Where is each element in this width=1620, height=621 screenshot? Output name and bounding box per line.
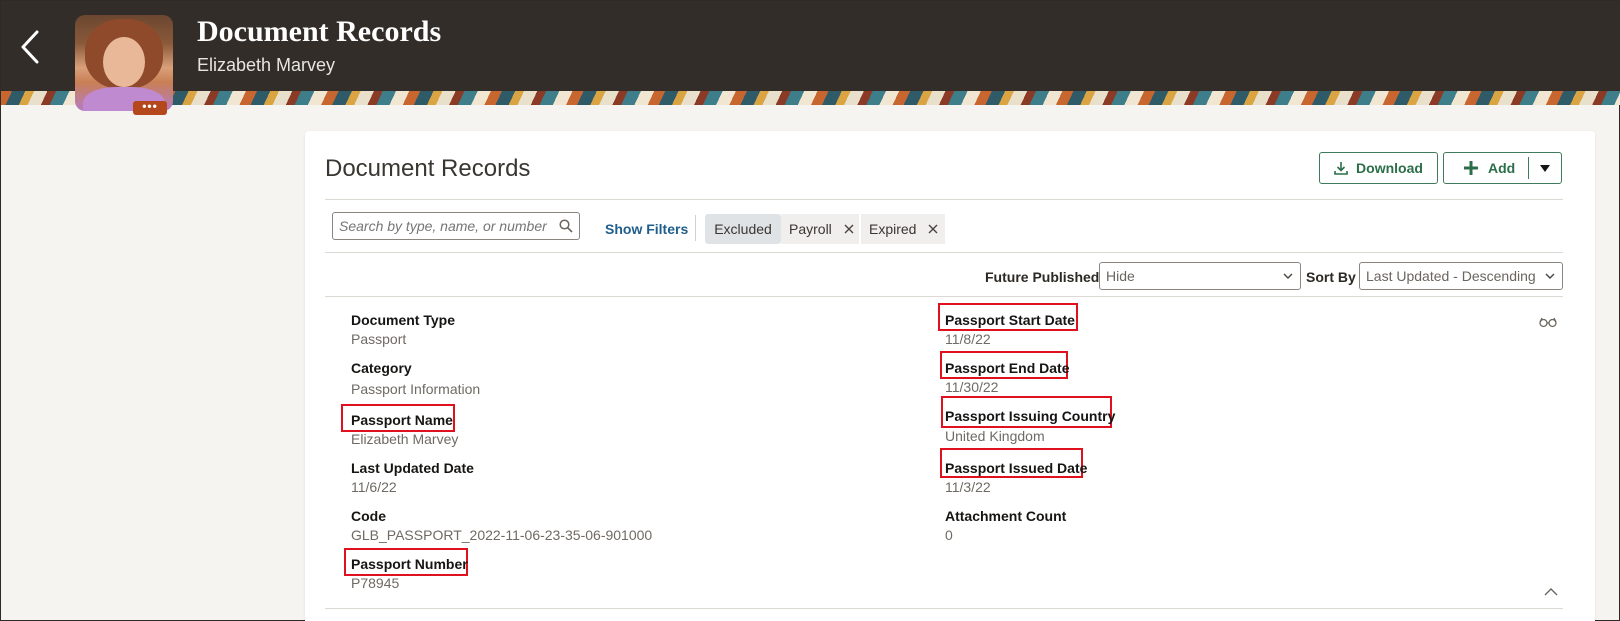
glasses-icon bbox=[1539, 317, 1557, 328]
filter-chip-excluded: Excluded bbox=[705, 214, 781, 244]
divider bbox=[325, 199, 1563, 200]
passport-start-date-label: Passport Start Date bbox=[945, 312, 1075, 328]
search-icon[interactable] bbox=[559, 219, 573, 233]
chevron-left-icon bbox=[21, 30, 39, 64]
code-value: GLB_PASSPORT_2022-11-06-23-35-06-901000 bbox=[351, 527, 653, 543]
category-label: Category bbox=[351, 360, 412, 376]
passport-end-date-label: Passport End Date bbox=[945, 360, 1070, 376]
sort-by-select[interactable]: Last Updated - Descending bbox=[1359, 262, 1563, 290]
download-button[interactable]: Download bbox=[1319, 152, 1438, 184]
document-type-label: Document Type bbox=[351, 312, 455, 328]
code-label: Code bbox=[351, 508, 386, 524]
search-field[interactable] bbox=[332, 212, 580, 240]
future-published-label: Future Published bbox=[985, 269, 1100, 285]
view-details-button[interactable] bbox=[1539, 315, 1557, 333]
passport-start-date-value: 11/8/22 bbox=[945, 331, 991, 347]
card-title: Document Records bbox=[325, 155, 531, 182]
passport-issued-date-label: Passport Issued Date bbox=[945, 460, 1088, 476]
passport-issuing-country-label: Passport Issuing Country bbox=[945, 408, 1116, 424]
chevron-down-icon bbox=[1544, 270, 1556, 282]
sort-by-value: Last Updated - Descending bbox=[1366, 268, 1536, 284]
avatar-more-button[interactable]: ••• bbox=[133, 100, 167, 115]
header-banner-decoration bbox=[1, 91, 1620, 105]
chevron-up-icon bbox=[1544, 588, 1558, 596]
caret-down-icon bbox=[1540, 164, 1550, 172]
avatar bbox=[75, 15, 173, 111]
chevron-down-icon bbox=[1283, 273, 1293, 279]
divider bbox=[325, 252, 1563, 253]
download-icon bbox=[1334, 162, 1348, 175]
divider bbox=[695, 215, 696, 241]
search-input[interactable] bbox=[339, 218, 555, 234]
page-title: Document Records bbox=[197, 15, 442, 48]
filter-chip-payroll: Payroll bbox=[781, 214, 859, 244]
passport-issued-date-value: 11/3/22 bbox=[945, 479, 991, 495]
document-type-value: Passport bbox=[351, 331, 407, 347]
back-button[interactable] bbox=[13, 27, 47, 67]
passport-name-value: Elizabeth Marvey bbox=[351, 431, 459, 447]
passport-number-label: Passport Number bbox=[351, 556, 468, 572]
divider bbox=[325, 296, 1563, 297]
attachment-count-label: Attachment Count bbox=[945, 508, 1067, 524]
passport-number-value: P78945 bbox=[351, 575, 400, 591]
add-button-group: Add bbox=[1443, 152, 1562, 184]
passport-name-label: Passport Name bbox=[351, 412, 453, 428]
close-icon[interactable] bbox=[844, 224, 854, 234]
divider bbox=[325, 608, 1563, 609]
chip-label: Payroll bbox=[789, 221, 832, 237]
category-value: Passport Information bbox=[351, 381, 481, 397]
sort-by-label: Sort By bbox=[1306, 269, 1356, 285]
person-name: Elizabeth Marvey bbox=[197, 55, 336, 75]
chip-label: Expired bbox=[869, 221, 917, 237]
download-label: Download bbox=[1356, 160, 1423, 176]
passport-end-date-value: 11/30/22 bbox=[945, 379, 999, 395]
future-published-value: Hide bbox=[1106, 268, 1135, 284]
future-published-select[interactable]: Hide bbox=[1099, 262, 1301, 290]
passport-issuing-country-value: United Kingdom bbox=[945, 428, 1045, 444]
show-filters-link[interactable]: Show Filters bbox=[605, 221, 688, 237]
add-label: Add bbox=[1488, 160, 1516, 176]
add-button[interactable]: Add bbox=[1444, 160, 1528, 176]
add-menu-button[interactable] bbox=[1529, 164, 1561, 172]
plus-icon bbox=[1464, 161, 1478, 175]
filter-chip-expired: Expired bbox=[861, 214, 945, 244]
close-icon[interactable] bbox=[928, 224, 938, 234]
last-updated-date-value: 11/6/22 bbox=[351, 479, 397, 495]
attachment-count-value: 0 bbox=[945, 527, 953, 543]
chip-label: Excluded bbox=[714, 221, 772, 237]
collapse-button[interactable] bbox=[1544, 584, 1558, 602]
last-updated-date-label: Last Updated Date bbox=[351, 460, 474, 476]
